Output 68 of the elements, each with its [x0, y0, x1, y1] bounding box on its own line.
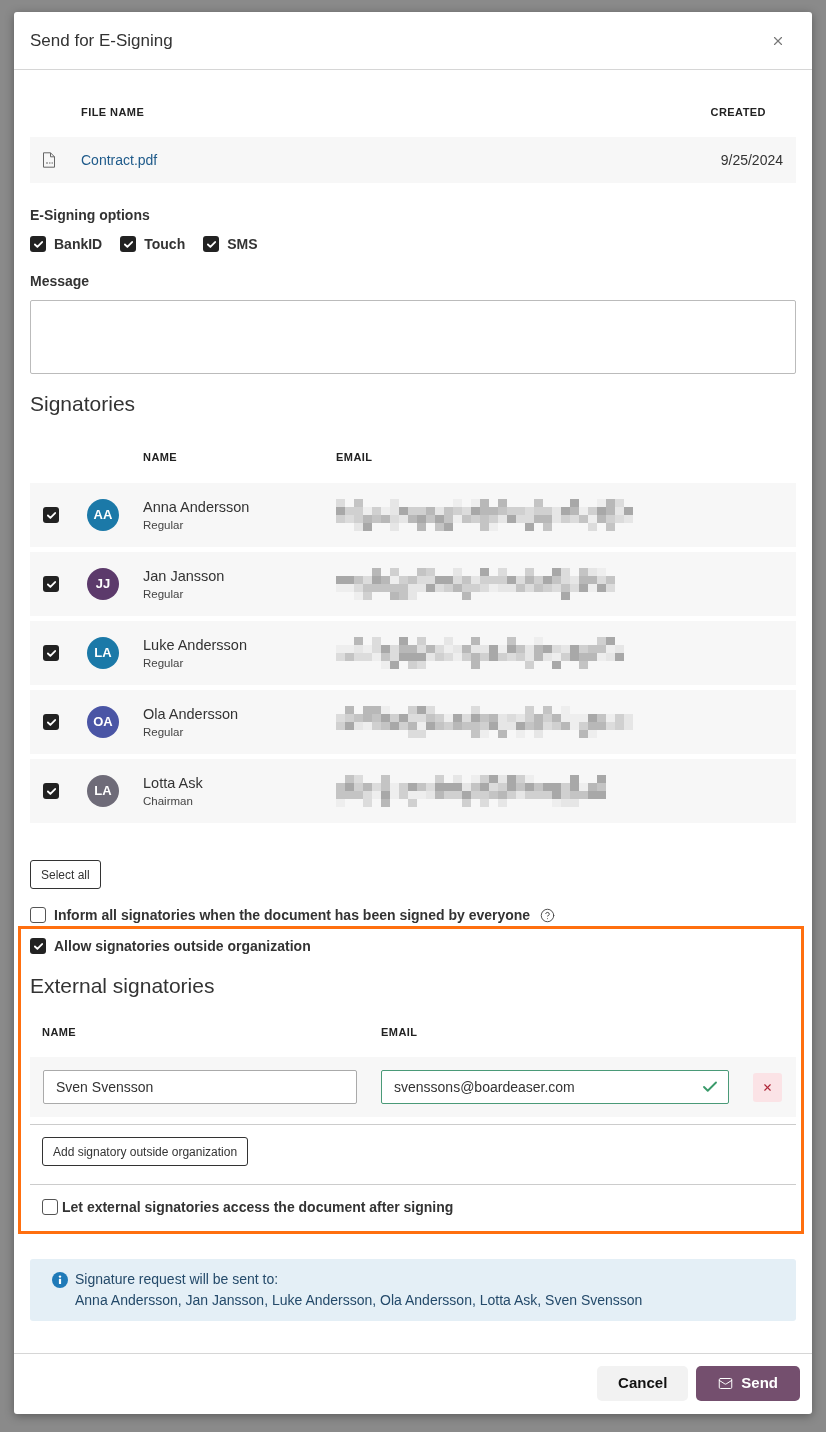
created-date: 9/25/2024 — [720, 150, 783, 170]
checkbox[interactable] — [30, 907, 46, 923]
checkbox[interactable] — [30, 938, 46, 954]
option-label: Touch — [144, 234, 186, 254]
avatar: LA — [87, 637, 119, 669]
section-label: E-Signing options — [30, 206, 151, 225]
signatory-role: Regular — [143, 517, 185, 533]
check-icon — [46, 718, 56, 726]
checkbox[interactable] — [43, 507, 59, 523]
avatar: OA — [87, 706, 119, 738]
check-icon — [46, 787, 56, 795]
check-icon — [206, 240, 216, 248]
info-title: Signature request will be sent to: — [75, 1270, 280, 1289]
cancel-button[interactable]: Cancel — [597, 1366, 689, 1401]
avatar: AA — [87, 499, 119, 531]
file-link[interactable]: Contract.pdf — [81, 149, 158, 171]
checkbox-label: Inform all signatories when the document has been signed by everyone — [54, 905, 531, 925]
checkbox-label: Allow signatories outside organization — [54, 936, 311, 956]
close-icon — [762, 1081, 773, 1093]
checkbox[interactable] — [43, 645, 59, 661]
signatory-role: Regular — [143, 655, 185, 671]
signatory-name: Lotta Ask — [143, 773, 204, 793]
dialog-title: Send for E-Signing — [30, 29, 173, 52]
section-title: External signatories — [30, 973, 216, 999]
check-icon — [46, 649, 56, 657]
signatory-name: Luke Andersson — [143, 635, 248, 655]
message-field[interactable] — [30, 300, 796, 374]
signatory-role: Chairman — [143, 793, 194, 809]
help-icon[interactable] — [540, 907, 556, 923]
column-header: NAME — [42, 1024, 78, 1040]
option-label: BankID — [54, 234, 103, 254]
column-header: EMAIL — [381, 1024, 418, 1040]
field-label: Message — [30, 272, 91, 291]
check-icon — [123, 240, 133, 248]
section-title: Signatories — [30, 391, 137, 417]
signatory-name: Anna Andersson — [143, 497, 251, 517]
avatar: LA — [87, 775, 119, 807]
recipient-list: Anna Andersson, Jan Jansson, Luke Andersson, Ola Andersson, Lotta Ask, Sven Svensson — [75, 1290, 643, 1311]
checkbox[interactable] — [30, 236, 46, 252]
column-header: EMAIL — [336, 449, 373, 465]
checkbox[interactable] — [120, 236, 137, 252]
column-header: NAME — [143, 449, 179, 465]
mail-icon — [718, 1376, 734, 1391]
signatory-role: Regular — [143, 586, 185, 602]
column-header: CREATED — [710, 104, 766, 120]
checkbox[interactable] — [43, 576, 59, 592]
check-icon — [46, 511, 56, 519]
email-field[interactable]: svenssons@boardeaser.com — [381, 1070, 729, 1104]
checkbox[interactable] — [203, 236, 220, 252]
checkbox[interactable] — [43, 783, 59, 799]
signatory-name: Jan Jansson — [143, 566, 226, 586]
file-icon — [42, 152, 56, 168]
check-icon — [46, 580, 56, 588]
checkbox[interactable] — [43, 714, 59, 730]
send-button[interactable]: Send — [696, 1366, 800, 1401]
check-icon — [33, 942, 43, 950]
select-all-button[interactable]: Select all — [30, 860, 101, 889]
checkbox[interactable] — [42, 1199, 58, 1215]
checkbox-label: Let external signatories access the document after signing — [62, 1197, 454, 1217]
add-signatory-button[interactable]: Add signatory outside organization — [42, 1137, 249, 1166]
option-label: SMS — [227, 234, 258, 254]
signatory-name: Ola Andersson — [143, 704, 240, 724]
check-icon — [33, 240, 43, 248]
avatar: JJ — [87, 568, 119, 600]
column-header: FILE NAME — [81, 104, 145, 120]
signatory-role: Regular — [143, 724, 185, 740]
info-icon — [52, 1272, 68, 1288]
name-field[interactable]: Sven Svensson — [43, 1070, 357, 1104]
